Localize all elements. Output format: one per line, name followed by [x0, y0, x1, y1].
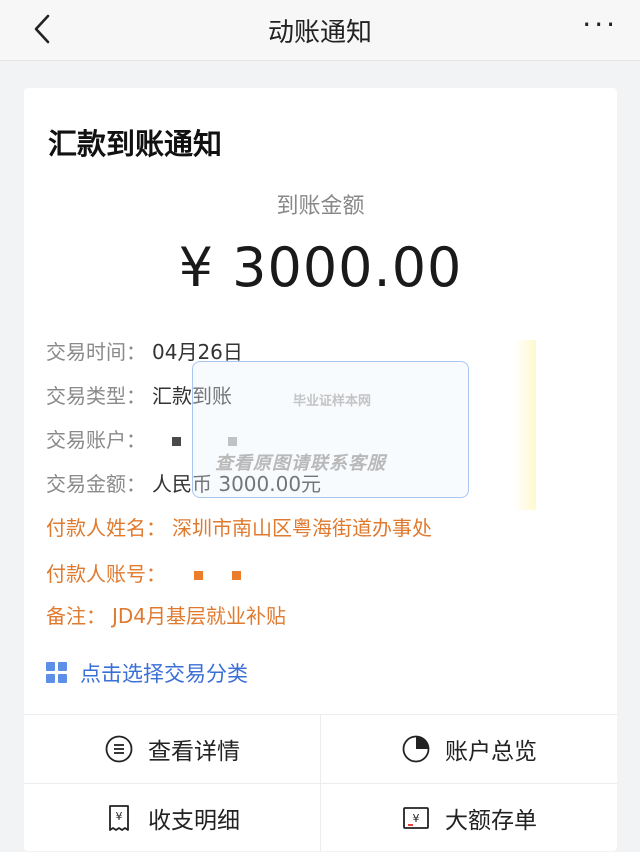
field-value: 深圳市南山区粤海街道办事处: [172, 516, 432, 540]
grid-icon: [46, 662, 67, 683]
notification-card: 汇款到账通知 到账金额 ¥ 3000.00 交易时间： 04月26日 交易类型：汇…: [24, 88, 617, 852]
action-label: 账户总览: [445, 739, 537, 765]
category-link-label: 点击选择交易分类: [80, 662, 248, 686]
field-value: JD4月基层就业补贴: [112, 604, 287, 628]
deposit-yen-icon: ¥: [403, 807, 429, 829]
field-label: 交易金额：: [46, 472, 146, 496]
large-deposit-button[interactable]: ¥ 大额存单: [321, 784, 617, 852]
highlight-strip: [514, 340, 536, 510]
page-title: 动账通知: [267, 18, 372, 48]
field-label: 备注：: [46, 604, 106, 628]
watermark-overlay: 毕业证样本网 查看原图请联系客服: [192, 361, 469, 498]
redaction-mark: [194, 571, 204, 580]
field-payer-name: 付款人姓名： 深圳市南山区粤海街道办事处: [46, 512, 432, 541]
field-label: 交易时间：: [46, 340, 146, 364]
field-label: 交易账户：: [46, 428, 146, 452]
receipt-yen-icon: ¥: [109, 805, 129, 831]
field-label: 付款人姓名：: [46, 516, 166, 540]
redaction-mark: [231, 571, 241, 580]
income-expense-button[interactable]: ¥ 收支明细: [24, 784, 321, 852]
account-overview-button[interactable]: 账户总览: [321, 715, 617, 784]
action-label: 收支明细: [148, 808, 240, 834]
field-label: 交易类型：: [46, 384, 146, 408]
field-remark: 备注： JD4月基层就业补贴: [46, 600, 286, 629]
action-label: 查看详情: [148, 739, 240, 765]
watermark-logo: 毕业证样本网: [293, 394, 372, 409]
select-category-link[interactable]: 点击选择交易分类: [46, 658, 248, 688]
amount-label: 到账金额: [276, 194, 365, 219]
watermark-text: 查看原图请联系客服: [215, 453, 386, 474]
card-title: 汇款到账通知: [48, 127, 223, 161]
top-bar: 动账通知 ···: [0, 0, 640, 61]
pie-chart-icon: [402, 735, 430, 763]
action-label: 大额存单: [445, 808, 537, 834]
svg-text:¥: ¥: [116, 810, 123, 823]
view-details-button[interactable]: 查看详情: [24, 715, 321, 784]
action-grid: 查看详情 账户总览 ¥ 收支明细 ¥ 大额存单: [24, 714, 617, 852]
redaction-mark: [172, 437, 182, 446]
field-label: 付款人账号：: [46, 562, 166, 586]
svg-text:¥: ¥: [413, 812, 420, 825]
amount-value: ¥ 3000.00: [178, 236, 463, 299]
more-options-icon[interactable]: ···: [582, 8, 618, 41]
list-circle-icon: [105, 735, 133, 763]
field-payer-account: 付款人账号：: [46, 558, 241, 587]
